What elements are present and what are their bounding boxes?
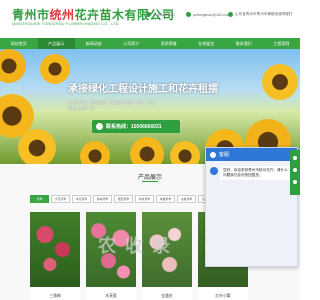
- sunflower-image: [40, 54, 70, 84]
- category-tab[interactable]: 大花月季: [51, 195, 70, 203]
- hotline-button[interactable]: 联系热线：15006666031: [92, 120, 180, 133]
- header-email: qzltongzhou@163.com: [186, 12, 230, 17]
- mail-icon: [186, 12, 191, 17]
- nav-item-news[interactable]: 新闻动态: [75, 38, 113, 49]
- hotline-label: 联系热线：15006666031: [106, 124, 162, 130]
- nav-item-contact[interactable]: 联系我们: [225, 38, 263, 49]
- company-subtitle: QINGZHOUSHI TONGZHOU FLOWER MAOMO CO., L…: [12, 22, 119, 26]
- sunflower-image: [170, 141, 200, 164]
- phone-icon: [146, 12, 151, 17]
- header-email-text: qzltongzhou@163.com: [193, 12, 230, 17]
- sunflower-image: [80, 141, 110, 164]
- category-tab[interactable]: 地被月季: [156, 195, 175, 203]
- location-icon: [228, 12, 233, 17]
- header-phone: 15006666031: [146, 12, 175, 17]
- avatar: [210, 167, 218, 175]
- chat-body: 您好，欢迎来到青州市统州花卉，请什么问题我们会尽快回复您。: [206, 161, 297, 266]
- title-highlight: 统州: [49, 8, 75, 22]
- sunflower-image: [130, 137, 164, 164]
- chat-popup[interactable]: 客服 × 您好，欢迎来到青州市统州花卉，请什么问题我们会尽快回复您。: [205, 147, 298, 267]
- category-tab[interactable]: 树状月季: [135, 195, 154, 203]
- banner-description: 基本种苗花、宿根花卉、绿化苗木种植、销售，以及 绿化工程等一条: [68, 101, 228, 112]
- product-name: 红叶小檗: [215, 294, 231, 298]
- sunflower-image: [18, 129, 56, 164]
- product-card[interactable]: 三角梅: [30, 212, 80, 300]
- site-header: 青州市统州花卉苗木有限公司 QINGZHOUSHI TONGZHOU FLOWE…: [0, 0, 300, 38]
- category-tab[interactable]: 藤本月季: [93, 195, 112, 203]
- product-name: 三角梅: [49, 294, 61, 298]
- sunflower-image: [262, 64, 298, 100]
- header-phone-text: 15006666031: [153, 12, 175, 17]
- side-contact-bar[interactable]: [290, 150, 300, 195]
- watermark: 农 收 录: [98, 236, 173, 256]
- product-name: 木芙蓉: [105, 294, 117, 298]
- header-address-text: 山东省青州市青州市黄楼街道青楼村: [235, 12, 293, 16]
- main-nav: 网站首页 产品展示 新闻动态 公司简介 资质荣誉 在线留言 联系我们 工程案例: [0, 38, 300, 49]
- header-address: 山东省青州市青州市黄楼街道青楼村: [228, 12, 293, 17]
- nav-item-message[interactable]: 在线留言: [188, 38, 226, 49]
- nav-item-home[interactable]: 网站首页: [0, 38, 38, 49]
- section-divider: [142, 181, 158, 182]
- nav-item-products[interactable]: 产品展示: [37, 38, 75, 49]
- category-tab[interactable]: 微型月季: [114, 195, 133, 203]
- banner-desc-line2: 绿化工程等一条: [68, 106, 95, 111]
- category-tab[interactable]: 丰花月季: [72, 195, 91, 203]
- top-icon[interactable]: [293, 180, 297, 184]
- category-tab[interactable]: 古桩月季: [177, 195, 196, 203]
- product-name: 金盏花: [161, 294, 173, 298]
- phone-icon[interactable]: [293, 168, 297, 172]
- qq-icon[interactable]: [293, 156, 297, 160]
- nav-item-about[interactable]: 公司简介: [113, 38, 151, 49]
- title-part1: 青州市: [12, 8, 50, 22]
- chat-icon: [210, 151, 216, 158]
- phone-icon: [96, 123, 103, 130]
- chat-title: 客服: [219, 152, 230, 158]
- product-image: [30, 212, 80, 287]
- chat-message: 您好，欢迎来到青州市统州花卉，请什么问题我们会尽快回复您。: [220, 166, 292, 180]
- nav-item-honors[interactable]: 资质荣誉: [150, 38, 188, 49]
- nav-item-cases[interactable]: 工程案例: [263, 38, 301, 49]
- sunflower-image: [0, 49, 26, 83]
- banner-title: 承接绿化工程设计施工和花卉租摆: [68, 84, 218, 95]
- chat-header: 客服: [206, 148, 297, 161]
- category-tab[interactable]: 月季: [30, 195, 49, 203]
